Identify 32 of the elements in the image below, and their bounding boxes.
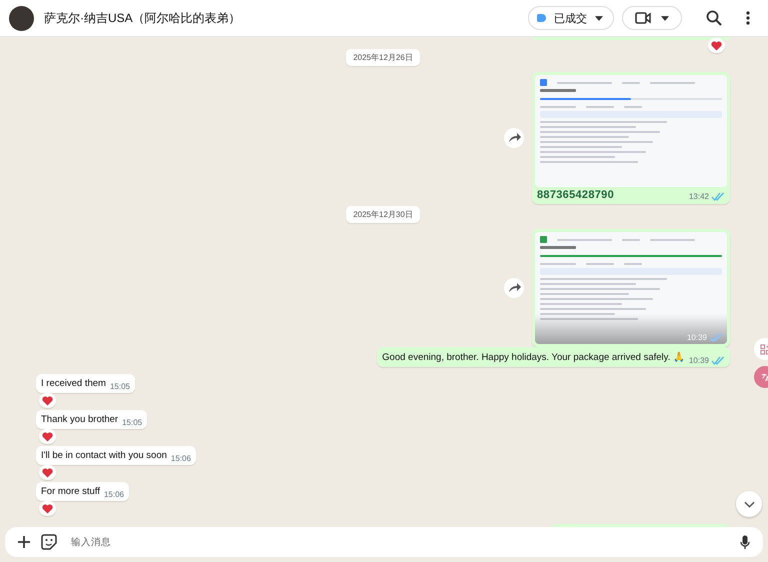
chevron-down-icon (744, 500, 754, 508)
label-button[interactable]: 已成交 (528, 6, 614, 30)
tracking-number: 887365428790 (537, 189, 614, 201)
forward-icon[interactable] (504, 278, 524, 298)
message-time: 13:42 (688, 192, 709, 201)
video-camera-icon (635, 12, 651, 24)
message-time: 10:39 (686, 333, 707, 342)
more-options-icon[interactable] (746, 11, 750, 25)
message-time: 15:05 (122, 418, 142, 427)
date-chip: 2025年12月26日 (346, 49, 420, 66)
message-time: 15:06 (170, 454, 191, 463)
caret-icon (661, 16, 669, 20)
caret-icon (595, 16, 603, 20)
message-text: I'll be in contact with you soon (41, 450, 167, 463)
message-time: 15:05 (110, 382, 130, 391)
avatar[interactable] (9, 6, 34, 30)
search-icon[interactable] (706, 10, 722, 26)
microphone-icon[interactable] (740, 534, 750, 550)
date-chip: 2025年12月30日 (346, 206, 420, 223)
message-text: For more stuff (41, 486, 100, 499)
video-call-button[interactable] (622, 6, 682, 30)
message-text: Good evening, brother. Happy holidays. Your package arrived safely. 🙏 (382, 351, 685, 365)
message-text: I received them (41, 378, 106, 391)
plus-icon[interactable] (17, 535, 31, 549)
forward-icon[interactable] (504, 128, 524, 148)
sticker-icon[interactable] (41, 534, 57, 550)
message-time: 15:06 (104, 490, 124, 499)
message-time: 10:39 (688, 356, 709, 365)
image-message[interactable]: 887365428790 13:42 (532, 72, 730, 204)
contact-name[interactable]: 萨克尔·纳吉USA（阿尔哈比的表弟） (44, 10, 241, 26)
message-text: Thank you brother (41, 414, 118, 427)
scroll-down-button[interactable] (736, 491, 762, 517)
